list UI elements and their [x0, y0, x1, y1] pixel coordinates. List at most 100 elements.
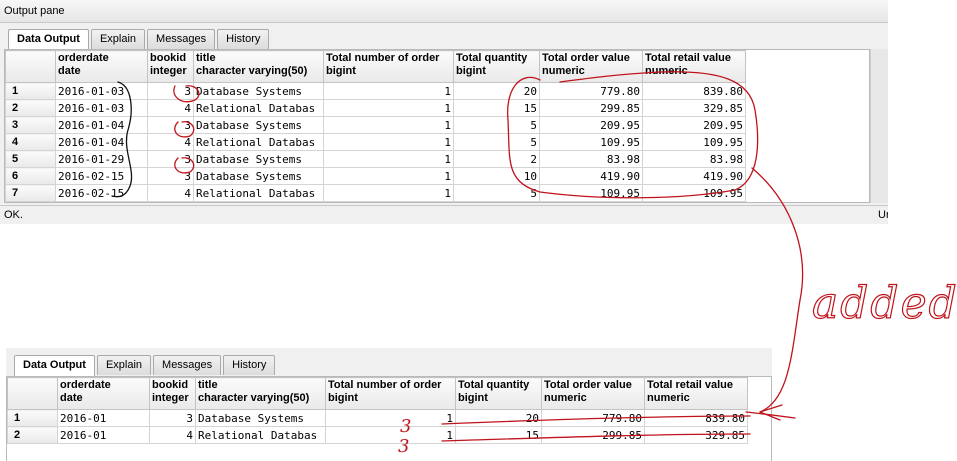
- column-header-total-retail-value[interactable]: Total retail value numeric: [644, 377, 748, 410]
- row-number[interactable]: 1: [5, 82, 56, 100]
- table-row[interactable]: 2 2016-01-03 4 Relational Databas 1 15 2…: [5, 99, 746, 117]
- tab-messages[interactable]: Messages: [147, 29, 216, 49]
- cell-orderdate[interactable]: 2016-01-03: [55, 99, 148, 117]
- cell-bookid[interactable]: 4: [147, 133, 194, 151]
- column-header-total-retail-value[interactable]: Total retail value numeric: [642, 50, 746, 83]
- cell-bookid[interactable]: 3: [147, 150, 194, 168]
- cell-total-order-value[interactable]: 299.85: [539, 99, 643, 117]
- cell-total-quantity[interactable]: 5: [453, 116, 540, 134]
- column-header-title[interactable]: title character varying(50): [193, 50, 324, 83]
- tab-history[interactable]: History: [217, 29, 270, 49]
- column-header-orderdate[interactable]: orderdate date: [55, 50, 148, 83]
- cell-total-orders[interactable]: 1: [323, 99, 454, 117]
- cell-bookid[interactable]: 4: [147, 184, 194, 202]
- table-row[interactable]: 5 2016-01-29 3 Database Systems 1 2 83.9…: [5, 150, 746, 168]
- cell-total-orders[interactable]: 1: [323, 150, 454, 168]
- data-grid-bottom[interactable]: orderdate date bookid integer title charact…: [6, 376, 772, 461]
- tab-data-output[interactable]: Data Output: [14, 355, 95, 376]
- vertical-scrollbar[interactable]: [870, 49, 888, 203]
- cell-orderdate[interactable]: 2016-01-29: [55, 150, 148, 168]
- cell-bookid[interactable]: 4: [149, 426, 196, 444]
- cell-title[interactable]: Database Systems: [193, 82, 324, 100]
- cell-total-orders[interactable]: 1: [323, 116, 454, 134]
- table-row[interactable]: 1 2016-01-03 3 Database Systems 1 20 779…: [5, 82, 746, 100]
- table-row[interactable]: 1 2016-01 3 Database Systems 1 20 779.80…: [7, 409, 748, 427]
- cell-total-order-value[interactable]: 209.95: [539, 116, 643, 134]
- cell-total-orders[interactable]: 1: [325, 409, 456, 427]
- cell-title[interactable]: Database Systems: [193, 167, 324, 185]
- cell-orderdate[interactable]: 2016-02-15: [55, 167, 148, 185]
- tab-explain[interactable]: Explain: [96, 355, 152, 375]
- cell-total-retail-value[interactable]: 839.80: [642, 82, 746, 100]
- tab-data-output[interactable]: Data Output: [8, 29, 89, 50]
- column-header-orderdate[interactable]: orderdate date: [57, 377, 150, 410]
- cell-orderdate[interactable]: 2016-01: [57, 426, 150, 444]
- cell-total-retail-value[interactable]: 83.98: [642, 150, 746, 168]
- cell-total-quantity[interactable]: 5: [453, 133, 540, 151]
- cell-title[interactable]: Relational Databas: [195, 426, 326, 444]
- cell-total-retail-value[interactable]: 419.90: [642, 167, 746, 185]
- cell-total-retail-value[interactable]: 329.85: [642, 99, 746, 117]
- cell-total-retail-value[interactable]: 839.80: [644, 409, 748, 427]
- cell-title[interactable]: Database Systems: [195, 409, 326, 427]
- cell-total-order-value[interactable]: 419.90: [539, 167, 643, 185]
- cell-orderdate[interactable]: 2016-01-04: [55, 133, 148, 151]
- cell-total-quantity[interactable]: 10: [453, 167, 540, 185]
- cell-total-quantity[interactable]: 2: [453, 150, 540, 168]
- row-number[interactable]: 4: [5, 133, 56, 151]
- cell-total-orders[interactable]: 1: [323, 82, 454, 100]
- row-number[interactable]: 6: [5, 167, 56, 185]
- cell-total-order-value[interactable]: 109.95: [539, 133, 643, 151]
- column-header-bookid[interactable]: bookid integer: [149, 377, 196, 410]
- table-row[interactable]: 6 2016-02-15 3 Database Systems 1 10 419…: [5, 167, 746, 185]
- cell-title[interactable]: Relational Databas: [193, 99, 324, 117]
- table-row[interactable]: 2 2016-01 4 Relational Databas 1 15 299.…: [7, 426, 748, 444]
- cell-orderdate[interactable]: 2016-01: [57, 409, 150, 427]
- cell-total-order-value[interactable]: 109.95: [539, 184, 643, 202]
- cell-total-retail-value[interactable]: 329.85: [644, 426, 748, 444]
- cell-orderdate[interactable]: 2016-01-03: [55, 82, 148, 100]
- data-grid-top[interactable]: orderdate date bookid integer title charact…: [4, 49, 870, 203]
- cell-bookid[interactable]: 3: [149, 409, 196, 427]
- cell-total-orders[interactable]: 1: [323, 184, 454, 202]
- cell-orderdate[interactable]: 2016-02-15: [55, 184, 148, 202]
- cell-bookid[interactable]: 4: [147, 99, 194, 117]
- cell-total-quantity[interactable]: 15: [455, 426, 542, 444]
- cell-total-orders[interactable]: 1: [323, 167, 454, 185]
- cell-orderdate[interactable]: 2016-01-04: [55, 116, 148, 134]
- tab-explain[interactable]: Explain: [90, 29, 146, 49]
- cell-total-quantity[interactable]: 15: [453, 99, 540, 117]
- column-header-total-quantity[interactable]: Total quantity bigint: [455, 377, 542, 410]
- cell-total-order-value[interactable]: 83.98: [539, 150, 643, 168]
- column-header-total-orders[interactable]: Total number of order bigint: [323, 50, 454, 83]
- table-row[interactable]: 4 2016-01-04 4 Relational Databas 1 5 10…: [5, 133, 746, 151]
- row-number[interactable]: 5: [5, 150, 56, 168]
- cell-bookid[interactable]: 3: [147, 82, 194, 100]
- cell-title[interactable]: Database Systems: [193, 150, 324, 168]
- tab-messages[interactable]: Messages: [153, 355, 222, 375]
- cell-total-orders[interactable]: 1: [323, 133, 454, 151]
- row-number[interactable]: 2: [5, 99, 56, 117]
- tab-history[interactable]: History: [223, 355, 276, 375]
- cell-total-order-value[interactable]: 779.80: [539, 82, 643, 100]
- cell-total-orders[interactable]: 1: [325, 426, 456, 444]
- row-number[interactable]: 2: [7, 426, 58, 444]
- row-number[interactable]: 1: [7, 409, 58, 427]
- row-number[interactable]: 7: [5, 184, 56, 202]
- cell-title[interactable]: Database Systems: [193, 116, 324, 134]
- table-row[interactable]: 3 2016-01-04 3 Database Systems 1 5 209.…: [5, 116, 746, 134]
- cell-total-quantity[interactable]: 20: [453, 82, 540, 100]
- column-header-total-order-value[interactable]: Total order value numeric: [541, 377, 645, 410]
- cell-total-quantity[interactable]: 20: [455, 409, 542, 427]
- column-header-total-quantity[interactable]: Total quantity bigint: [453, 50, 540, 83]
- cell-bookid[interactable]: 3: [147, 167, 194, 185]
- column-header-total-order-value[interactable]: Total order value numeric: [539, 50, 643, 83]
- column-header-title[interactable]: title character varying(50): [195, 377, 326, 410]
- cell-total-order-value[interactable]: 779.80: [541, 409, 645, 427]
- cell-total-retail-value[interactable]: 109.95: [642, 133, 746, 151]
- cell-total-quantity[interactable]: 5: [453, 184, 540, 202]
- cell-bookid[interactable]: 3: [147, 116, 194, 134]
- table-row[interactable]: 7 2016-02-15 4 Relational Databas 1 5 10…: [5, 184, 746, 202]
- cell-title[interactable]: Relational Databas: [193, 184, 324, 202]
- column-header-bookid[interactable]: bookid integer: [147, 50, 194, 83]
